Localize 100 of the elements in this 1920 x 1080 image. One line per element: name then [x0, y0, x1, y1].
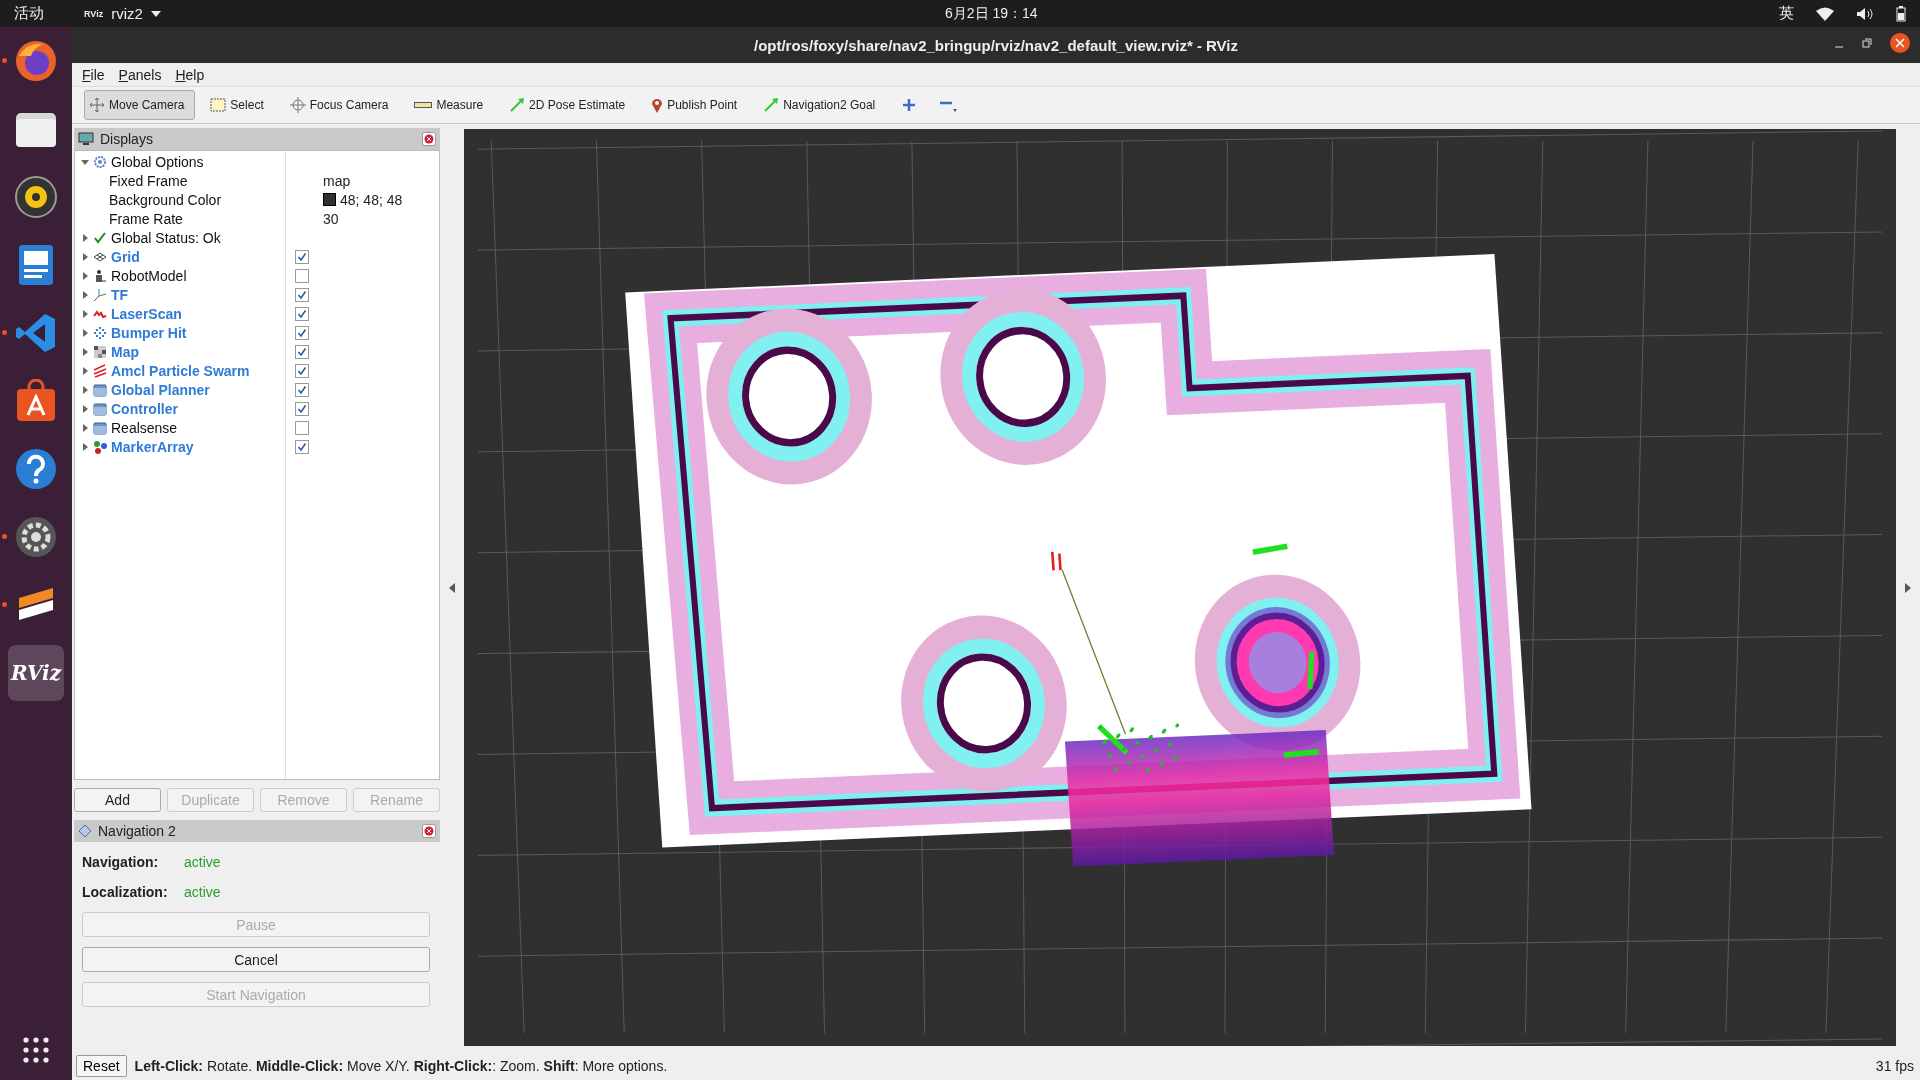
- collapse-arrow-icon[interactable]: [81, 157, 89, 166]
- reset-button[interactable]: Reset: [76, 1055, 127, 1077]
- gear-icon: [14, 515, 58, 559]
- checkbox[interactable]: [295, 287, 309, 302]
- expand-arrow-icon[interactable]: [81, 442, 89, 451]
- field-value: active: [184, 854, 221, 870]
- checkbox[interactable]: [295, 363, 309, 378]
- wifi-icon[interactable]: [1816, 6, 1834, 21]
- tool-button[interactable]: Navigation2 Goal: [758, 90, 887, 120]
- display-name[interactable]: Amcl Particle Swarm: [111, 362, 250, 379]
- folder-icon: [93, 382, 107, 397]
- help-icon: [14, 447, 58, 491]
- tool-button[interactable]: Publish Point: [646, 90, 749, 120]
- expand-arrow-icon[interactable]: [81, 347, 89, 356]
- tool-button[interactable]: 2D Pose Estimate: [504, 90, 637, 120]
- tool-button[interactable]: Select: [205, 90, 275, 120]
- shopping-bag-icon: [15, 379, 57, 423]
- panel-button[interactable]: Add: [74, 788, 161, 812]
- collapse-handle-icon[interactable]: [449, 583, 455, 593]
- window-title: /opt/ros/foxy/share/nav2_bringup/rviz/nav2_default_view.rviz* - RViz: [753, 36, 1239, 54]
- volume-icon[interactable]: [1856, 6, 1874, 21]
- display-name[interactable]: TF: [111, 286, 129, 303]
- status-hint: Left-Click: Rotate. Middle-Click: Move X/Y. Right-Click:: Zoom. Shift: More options.: [134, 1058, 668, 1074]
- checkbox[interactable]: [295, 268, 309, 283]
- checkbox[interactable]: [295, 306, 309, 321]
- expand-handle-icon[interactable]: [1905, 583, 1911, 593]
- robot-icon: [93, 268, 107, 283]
- display-name[interactable]: Map: [111, 343, 139, 360]
- expand-arrow-icon[interactable]: [81, 309, 89, 318]
- expand-arrow-icon[interactable]: [81, 366, 89, 375]
- tool-button[interactable]: Measure: [409, 90, 495, 120]
- plus-icon: [902, 98, 917, 112]
- menu-item[interactable]: Help: [175, 66, 205, 83]
- arrows-icon: [93, 363, 107, 378]
- cubes-icon: [93, 439, 107, 454]
- globe-fox-icon: [13, 38, 59, 84]
- field-value: active: [184, 884, 221, 900]
- checkmark-icon: [93, 230, 107, 245]
- app-menu[interactable]: RViz rviz2: [84, 5, 161, 22]
- input-method-indicator[interactable]: 英: [1779, 4, 1794, 23]
- checkbox[interactable]: [295, 382, 309, 397]
- expand-arrow-icon[interactable]: [81, 385, 89, 394]
- move-arrows-icon: [89, 97, 105, 113]
- display-name[interactable]: Grid: [111, 248, 140, 265]
- folder-icon: [93, 401, 107, 416]
- expand-arrow-icon[interactable]: [81, 423, 89, 432]
- dots-icon: [93, 325, 107, 340]
- checkbox[interactable]: [295, 249, 309, 264]
- display-name[interactable]: Global Status: Ok: [111, 229, 221, 246]
- close-icon[interactable]: [1890, 33, 1910, 53]
- panel-title: Navigation 2: [98, 823, 176, 839]
- display-name[interactable]: Controller: [111, 400, 178, 417]
- expand-arrow-icon[interactable]: [81, 271, 89, 280]
- property-value[interactable]: map: [323, 172, 351, 189]
- display-name[interactable]: LaserScan: [111, 305, 182, 322]
- gear-icon: [93, 154, 107, 169]
- checkbox[interactable]: [295, 401, 309, 416]
- activities-button[interactable]: 活动: [14, 4, 44, 23]
- app-grid-icon[interactable]: [22, 1036, 50, 1064]
- display-name[interactable]: Global Options: [111, 153, 204, 170]
- display-name[interactable]: Global Planner: [111, 381, 210, 398]
- folder-icon: [93, 420, 107, 435]
- axes-icon: [93, 287, 107, 302]
- code-editor-icon: [15, 312, 57, 354]
- checkbox[interactable]: [295, 439, 309, 454]
- clock[interactable]: 6月2日 19：14: [945, 5, 1038, 23]
- expand-arrow-icon[interactable]: [81, 233, 89, 242]
- panel-title: Displays: [100, 131, 153, 147]
- property-value[interactable]: 48; 48; 48: [340, 191, 403, 208]
- field-label: Localization:: [82, 884, 169, 900]
- field-label: Navigation:: [82, 854, 160, 870]
- crosshair-icon: [289, 97, 306, 113]
- property-value[interactable]: 30: [323, 210, 339, 227]
- ruler-icon: [414, 101, 433, 109]
- property-name: Fixed Frame: [109, 172, 188, 189]
- expand-arrow-icon[interactable]: [81, 252, 89, 261]
- display-name[interactable]: Realsense: [111, 419, 178, 436]
- tool-button[interactable]: Focus Camera: [284, 90, 400, 120]
- battery-icon[interactable]: [1896, 5, 1906, 22]
- speaker-icon: [14, 175, 58, 219]
- document-icon: [17, 243, 55, 287]
- app-logo: RViz: [11, 661, 61, 685]
- menu-item[interactable]: File: [82, 66, 105, 83]
- checkbox[interactable]: [295, 344, 309, 359]
- expand-arrow-icon[interactable]: [81, 290, 89, 299]
- expand-arrow-icon[interactable]: [81, 328, 89, 337]
- display-name[interactable]: RobotModel: [111, 267, 187, 284]
- tool-button[interactable]: Move Camera: [84, 90, 196, 120]
- restore-icon[interactable]: [1862, 38, 1872, 48]
- property-name: Background Color: [109, 191, 222, 208]
- map-tiles-icon: [93, 344, 107, 359]
- dock-item[interactable]: RViz: [8, 645, 64, 701]
- menu-item[interactable]: Panels: [118, 66, 162, 83]
- checkbox[interactable]: [295, 420, 309, 435]
- checkbox[interactable]: [295, 325, 309, 340]
- display-name[interactable]: MarkerArray: [111, 438, 194, 455]
- display-name[interactable]: Bumper Hit: [111, 324, 187, 341]
- expand-arrow-icon[interactable]: [81, 404, 89, 413]
- nav-button[interactable]: Cancel: [82, 947, 430, 972]
- arrow-icon: [509, 97, 526, 113]
